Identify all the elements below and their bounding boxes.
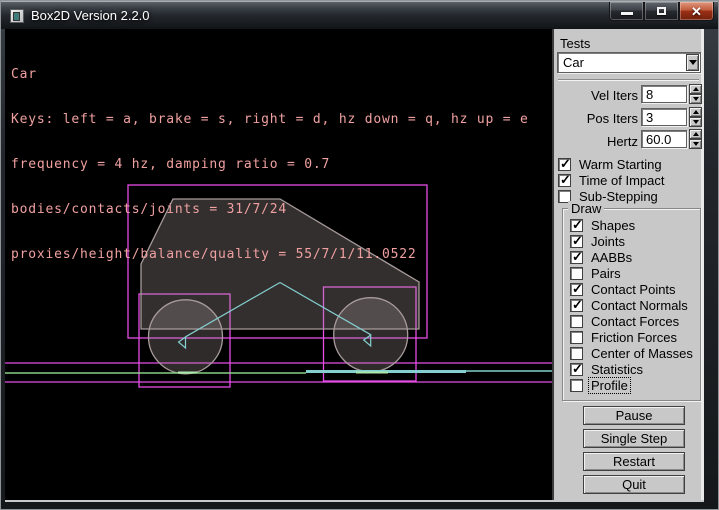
hud-keys-help: Keys: left = a, brake = s, right = d, hz… [11,112,529,127]
checkbox-box[interactable] [570,251,583,264]
hud-frequency: frequency = 4 hz, damping ratio = 0.7 [11,157,529,172]
single-step-button[interactable]: Single Step [583,429,685,448]
hud-stats-bodies: bodies/contacts/joints = 31/7/24 [11,202,529,217]
app-icon [10,9,24,23]
client-area: Car Keys: left = a, brake = s, right = d… [5,29,704,502]
checkbox-contact-forces[interactable]: Contact Forces [570,314,682,328]
checkbox-warm-starting[interactable]: Warm Starting [558,157,665,171]
quit-button[interactable]: Quit [583,475,685,494]
checkbox-box[interactable] [570,219,583,232]
checkbox-label: Statistics [588,361,646,378]
checkbox-joints[interactable]: Joints [570,234,628,248]
chevron-down-icon [689,60,697,65]
checkbox-profile[interactable]: Profile [570,378,631,392]
pos-iters-label: Pos Iters [554,111,638,126]
checkbox-label: Friction Forces [588,329,680,346]
checkbox-box[interactable] [570,331,583,344]
checkbox-label: Shapes [588,217,638,234]
caption-buttons: ✕ [609,2,714,21]
checkbox-friction-forces[interactable]: Friction Forces [570,330,680,344]
window-title: Box2D Version 2.2.0 [31,8,150,23]
checkbox-shapes[interactable]: Shapes [570,218,638,232]
checkbox-box[interactable] [570,283,583,296]
checkbox-label: Joints [588,233,628,250]
maximize-icon [657,7,666,15]
checkbox-box[interactable] [570,379,583,392]
checkbox-aabbs[interactable]: AABBs [570,250,635,264]
draw-group-title: Draw [568,201,604,216]
checkbox-statistics[interactable]: Statistics [570,362,646,376]
tests-dropdown-button[interactable] [686,54,699,71]
checkbox-box[interactable] [570,315,583,328]
checkbox-box[interactable] [558,158,571,171]
minimize-button[interactable] [609,2,644,21]
checkbox-label: Profile [588,377,631,394]
checkbox-label: Center of Masses [588,345,696,362]
pos-iters-input[interactable]: 3 [641,108,687,126]
checkbox-time-of-impact[interactable]: Time of Impact [558,173,667,187]
tests-label: Tests [560,36,590,51]
hertz-input[interactable]: 60.0 [641,130,687,148]
vel-iters-input[interactable]: 8 [641,85,687,103]
spinner-up-icon[interactable] [689,84,702,94]
checkbox-label: Contact Forces [588,313,682,330]
pause-button[interactable]: Pause [583,406,685,425]
checkbox-box[interactable] [570,299,583,312]
spinner-down-icon[interactable] [689,139,702,149]
tests-selected-value: Car [558,55,686,70]
checkbox-label: Warm Starting [576,156,665,173]
checkbox-label: Contact Normals [588,297,691,314]
checkbox-box[interactable] [570,235,583,248]
hud-test-name: Car [11,67,529,82]
minimize-icon [621,12,633,15]
checkbox-label: AABBs [588,249,635,266]
simulation-canvas[interactable]: Car Keys: left = a, brake = s, right = d… [5,29,552,500]
checkbox-center-of-masses[interactable]: Center of Masses [570,346,696,360]
hertz-spinner[interactable] [689,129,702,149]
checkbox-box[interactable] [570,363,583,376]
spinner-down-icon[interactable] [689,94,702,104]
close-button[interactable]: ✕ [679,2,714,21]
app-window: Box2D Version 2.2.0 ✕ [0,0,719,510]
control-panel: Tests Car Vel Iters 8 Pos Iters 3 [552,29,704,500]
title-bar[interactable]: Box2D Version 2.2.0 ✕ [1,1,719,29]
spinner-down-icon[interactable] [689,117,702,127]
checkbox-box[interactable] [570,347,583,360]
checkbox-contact-normals[interactable]: Contact Normals [570,298,691,312]
hud-stats-proxies: proxies/height/balance/quality = 55/7/1/… [11,247,529,262]
separator [558,79,699,81]
spinner-up-icon[interactable] [689,129,702,139]
close-icon: ✕ [691,5,702,18]
spinner-up-icon[interactable] [689,107,702,117]
pos-iters-spinner[interactable] [689,107,702,127]
checkbox-label: Time of Impact [576,172,667,189]
checkbox-box[interactable] [570,267,583,280]
vel-iters-spinner[interactable] [689,84,702,104]
debug-text-overlay: Car Keys: left = a, brake = s, right = d… [11,37,529,292]
hertz-label: Hertz [554,134,638,149]
checkbox-contact-points[interactable]: Contact Points [570,282,679,296]
tests-combobox[interactable]: Car [557,52,701,73]
checkbox-label: Pairs [588,265,624,282]
maximize-button[interactable] [644,2,679,21]
checkbox-label: Contact Points [588,281,679,298]
restart-button[interactable]: Restart [583,452,685,471]
checkbox-box[interactable] [558,174,571,187]
checkbox-pairs[interactable]: Pairs [570,266,624,280]
vel-iters-label: Vel Iters [554,88,638,103]
